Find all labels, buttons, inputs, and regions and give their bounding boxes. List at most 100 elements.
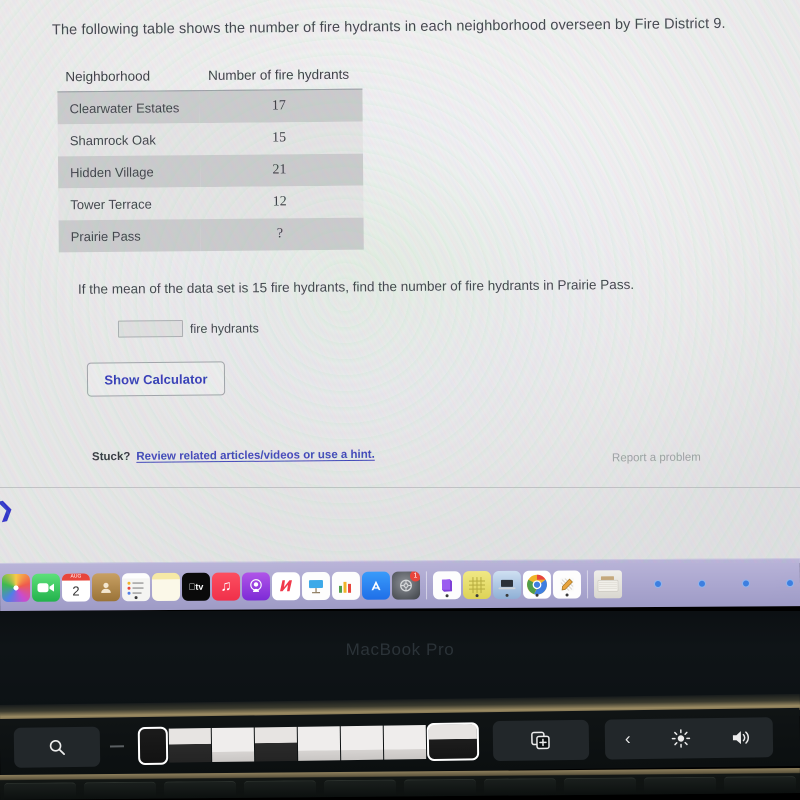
macos-dock: AUG 2 tv ♫	[0, 558, 800, 611]
recent-dot[interactable]	[741, 578, 751, 587]
column-header-neighborhood: Neighborhood	[57, 66, 200, 92]
apple-tv-icon[interactable]: tv	[181, 572, 211, 601]
table-row: Clearwater Estates 17	[57, 89, 363, 125]
answer-row: fire hydrants	[117, 319, 259, 338]
notes-icon[interactable]	[121, 572, 151, 601]
keyboard-key[interactable]	[483, 778, 557, 796]
keyboard-key[interactable]	[563, 777, 637, 796]
facetime-icon[interactable]	[31, 573, 61, 602]
sheets-icon[interactable]	[462, 570, 492, 599]
keyboard-key[interactable]	[643, 776, 717, 795]
paper-stack-glyph	[597, 575, 619, 592]
notability-icon[interactable]	[552, 569, 582, 599]
answer-unit-label: fire hydrants	[189, 320, 259, 336]
keyboard-key[interactable]	[163, 780, 237, 799]
new-tab-button[interactable]	[492, 719, 590, 762]
cell-neighborhood: Tower Terrace	[70, 196, 152, 212]
contacts-icon[interactable]	[91, 572, 121, 601]
tab-thumbnail[interactable]	[211, 727, 255, 763]
hydrant-data-table: Neighborhood Number of fire hydrants Cle…	[57, 64, 364, 253]
goodnotes-icon[interactable]	[432, 570, 462, 599]
tab-thumbnail-current[interactable]	[426, 722, 480, 762]
column-header-hydrants: Number of fire hydrants	[198, 64, 363, 91]
answer-input[interactable]	[117, 320, 184, 338]
search-button[interactable]	[13, 726, 101, 768]
recent-dot[interactable]	[697, 579, 707, 588]
chrome-icon[interactable]	[522, 570, 552, 599]
tab-thumbnail[interactable]	[340, 725, 384, 761]
running-indicator	[505, 593, 509, 597]
macbook-pro-brand-text: MacBook Pro	[345, 640, 455, 659]
pencil-paper-glyph	[559, 577, 575, 592]
podcast-glyph	[250, 578, 262, 592]
tab-strip-edge	[109, 745, 125, 748]
cell-neighborhood: Clearwater Estates	[69, 99, 180, 116]
exercise-prompt: The following table shows the number of …	[51, 15, 726, 39]
tab-thumbnail[interactable]	[383, 725, 427, 760]
recent-dot[interactable]	[653, 579, 663, 588]
person-glyph	[101, 582, 111, 593]
keyboard-key[interactable]	[3, 782, 77, 800]
music-icon[interactable]: ♫	[211, 572, 241, 601]
keynote-icon[interactable]	[301, 571, 331, 600]
calendar-icon[interactable]: AUG 2	[61, 572, 91, 602]
news-n-glyph	[280, 579, 292, 591]
downloads-stack-icon[interactable]	[593, 569, 623, 598]
news-icon[interactable]	[271, 571, 301, 600]
hint-link[interactable]: Review related articles/videos or use a …	[136, 449, 375, 463]
running-indicator	[134, 595, 138, 599]
cell-neighborhood: Prairie Pass	[70, 228, 141, 244]
tab-thumbnail-active[interactable]	[137, 726, 169, 766]
grid-glyph	[468, 576, 486, 593]
preview-icon[interactable]	[492, 570, 522, 599]
control-strip: ‹	[604, 717, 774, 760]
presentation-glyph	[308, 579, 324, 593]
report-a-problem-link[interactable]: Report a problem	[612, 452, 701, 465]
numbers-icon[interactable]	[331, 571, 361, 600]
search-icon	[49, 740, 65, 756]
podcasts-icon[interactable]	[241, 571, 271, 601]
table-row: Prairie Pass ?	[58, 217, 364, 253]
stuck-row: Stuck? Review related articles/videos or…	[92, 449, 375, 463]
stickies-icon[interactable]	[151, 572, 181, 601]
lines-glyph	[127, 581, 144, 595]
brightness-icon[interactable]	[671, 728, 691, 748]
laptop-glyph	[498, 579, 516, 589]
photo-of-laptop-screen: The following table shows the number of …	[0, 0, 800, 800]
cell-neighborhood: Shamrock Oak	[69, 131, 156, 148]
keyboard-key[interactable]	[243, 780, 317, 798]
keyboard-key[interactable]	[83, 781, 157, 800]
table-row: Shamrock Oak 15	[57, 121, 363, 157]
keyboard-key[interactable]	[723, 776, 797, 794]
app-store-icon[interactable]	[361, 571, 391, 600]
keyboard-key[interactable]	[323, 779, 397, 798]
tab-thumbnail[interactable]	[297, 726, 341, 761]
tab-thumbnail[interactable]	[168, 728, 212, 763]
recent-items-indicators	[653, 578, 800, 588]
exercise-footer: 2 of 4 Check	[0, 488, 800, 548]
music-note-glyph: ♫	[220, 577, 232, 595]
chrome-glyph	[526, 574, 547, 595]
bar-chart-glyph	[338, 581, 352, 593]
table-row: Tower Terrace 12	[58, 185, 364, 221]
show-calculator-button[interactable]: Show Calculator	[86, 361, 226, 397]
photos-icon[interactable]	[1, 573, 31, 602]
volume-icon[interactable]	[731, 728, 753, 746]
cell-hydrants: ?	[276, 226, 284, 242]
table-row: Hidden Village 21	[57, 153, 364, 189]
video-camera-glyph	[37, 582, 55, 592]
apple-tv-glyph: tv	[189, 581, 204, 592]
cell-hydrants: 12	[272, 194, 287, 210]
cell-hydrants: 21	[272, 162, 287, 178]
tab-thumbnail[interactable]	[254, 726, 298, 762]
new-tab-icon	[531, 731, 550, 750]
notebook-glyph	[441, 578, 453, 592]
keyboard-key[interactable]	[403, 778, 477, 797]
table-header-row: Neighborhood Number of fire hydrants	[57, 64, 363, 92]
running-indicator	[475, 593, 479, 597]
system-settings-icon[interactable]: 1	[391, 570, 421, 600]
laptop-screen: The following table shows the number of …	[0, 0, 800, 563]
touch-bar: ‹	[0, 707, 800, 777]
expand-control-strip-icon[interactable]: ‹	[625, 729, 631, 749]
recent-dot[interactable]	[785, 578, 795, 587]
